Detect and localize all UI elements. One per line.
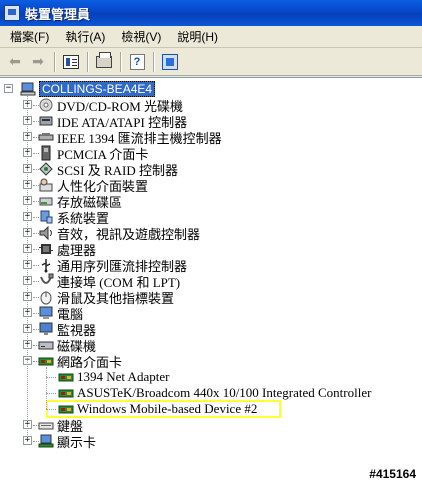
- pcmcia-icon: [38, 145, 54, 161]
- tree-node-label: ASUSTeK/Broadcom 440x 10/100 Integrated …: [77, 385, 372, 400]
- disk-drive-icon: [38, 337, 54, 353]
- system-device-icon: [38, 209, 54, 225]
- toolbar: ⬅ ➡ ?: [0, 48, 422, 76]
- mouse-icon: [38, 289, 54, 305]
- device-tree[interactable]: − COLLINGS-BEA4E4 + DVD/CD-ROM 光碟機 + IDE ATA/…: [0, 77, 422, 467]
- usb-icon: [38, 257, 54, 273]
- toolbar-separator: [153, 51, 155, 72]
- tree-device[interactable]: 1394 Net Adapter: [58, 369, 169, 385]
- ide-controller-icon: [38, 113, 54, 129]
- sound-icon: [38, 225, 54, 241]
- menu-bar: 檔案(F) 執行(A) 檢視(V) 說明(H): [0, 26, 422, 48]
- root-computer-icon: [20, 81, 36, 97]
- device-manager-icon: [4, 5, 20, 21]
- properties-button[interactable]: [60, 51, 82, 73]
- printer-icon: [96, 51, 112, 68]
- menu-action[interactable]: 執行(A): [59, 26, 111, 47]
- title-bar[interactable]: 裝置管理員: [0, 0, 422, 26]
- tree-category[interactable]: 顯示卡: [38, 433, 97, 450]
- scan-hardware-icon: [162, 53, 178, 70]
- tree-device[interactable]: Windows Mobile-based Device #2: [58, 401, 257, 417]
- help-button[interactable]: ?: [126, 51, 148, 73]
- menu-help[interactable]: 說明(H): [171, 26, 224, 47]
- toolbar-separator: [120, 51, 122, 72]
- watermark: #415164: [369, 467, 416, 482]
- scan-hardware-button[interactable]: [159, 51, 181, 73]
- tree-node-label: Windows Mobile-based Device #2: [77, 401, 258, 416]
- display-adapter-icon: [38, 433, 54, 449]
- ieee1394-icon: [38, 129, 54, 145]
- menu-view[interactable]: 檢視(V): [115, 26, 167, 47]
- keyboard-icon: [38, 417, 54, 433]
- tree-device[interactable]: ASUSTeK/Broadcom 440x 10/100 Integrated …: [58, 385, 371, 401]
- port-icon: [38, 273, 54, 289]
- toolbar-separator: [54, 51, 56, 72]
- menu-file[interactable]: 檔案(F): [4, 26, 55, 47]
- tree-category[interactable]: 網路介面卡: [38, 353, 123, 370]
- back-arrow-icon[interactable]: ⬅: [4, 51, 26, 73]
- forward-arrow-icon[interactable]: ➡: [27, 51, 49, 73]
- tree-line: [27, 95, 28, 439]
- properties-icon: [63, 54, 79, 69]
- monitor-icon: [38, 321, 54, 337]
- processor-icon: [38, 241, 54, 257]
- help-icon: ?: [129, 53, 145, 70]
- tree-line: [46, 409, 56, 410]
- collapse-toggle[interactable]: −: [4, 84, 13, 93]
- scsi-icon: [38, 161, 54, 177]
- tree-node-label: 網路介面卡: [57, 354, 123, 370]
- hid-icon: [38, 177, 54, 193]
- tree-node-label: 1394 Net Adapter: [77, 369, 170, 384]
- computer-icon: [38, 305, 54, 321]
- tree-line: [46, 393, 56, 394]
- network-card-icon: [58, 369, 74, 385]
- tree-line: [46, 367, 47, 409]
- print-button[interactable]: [93, 51, 115, 73]
- tree-line: [46, 377, 56, 378]
- network-card-icon: [58, 385, 74, 401]
- tree-node-label: 顯示卡: [57, 434, 97, 450]
- toolbar-separator: [87, 51, 89, 72]
- storage-volume-icon: [38, 193, 54, 209]
- cdrom-icon: [38, 97, 54, 113]
- device-manager-window: 裝置管理員 檔案(F) 執行(A) 檢視(V) 說明(H) ⬅ ➡ ? − COL…: [0, 0, 422, 467]
- window-title: 裝置管理員: [25, 6, 91, 22]
